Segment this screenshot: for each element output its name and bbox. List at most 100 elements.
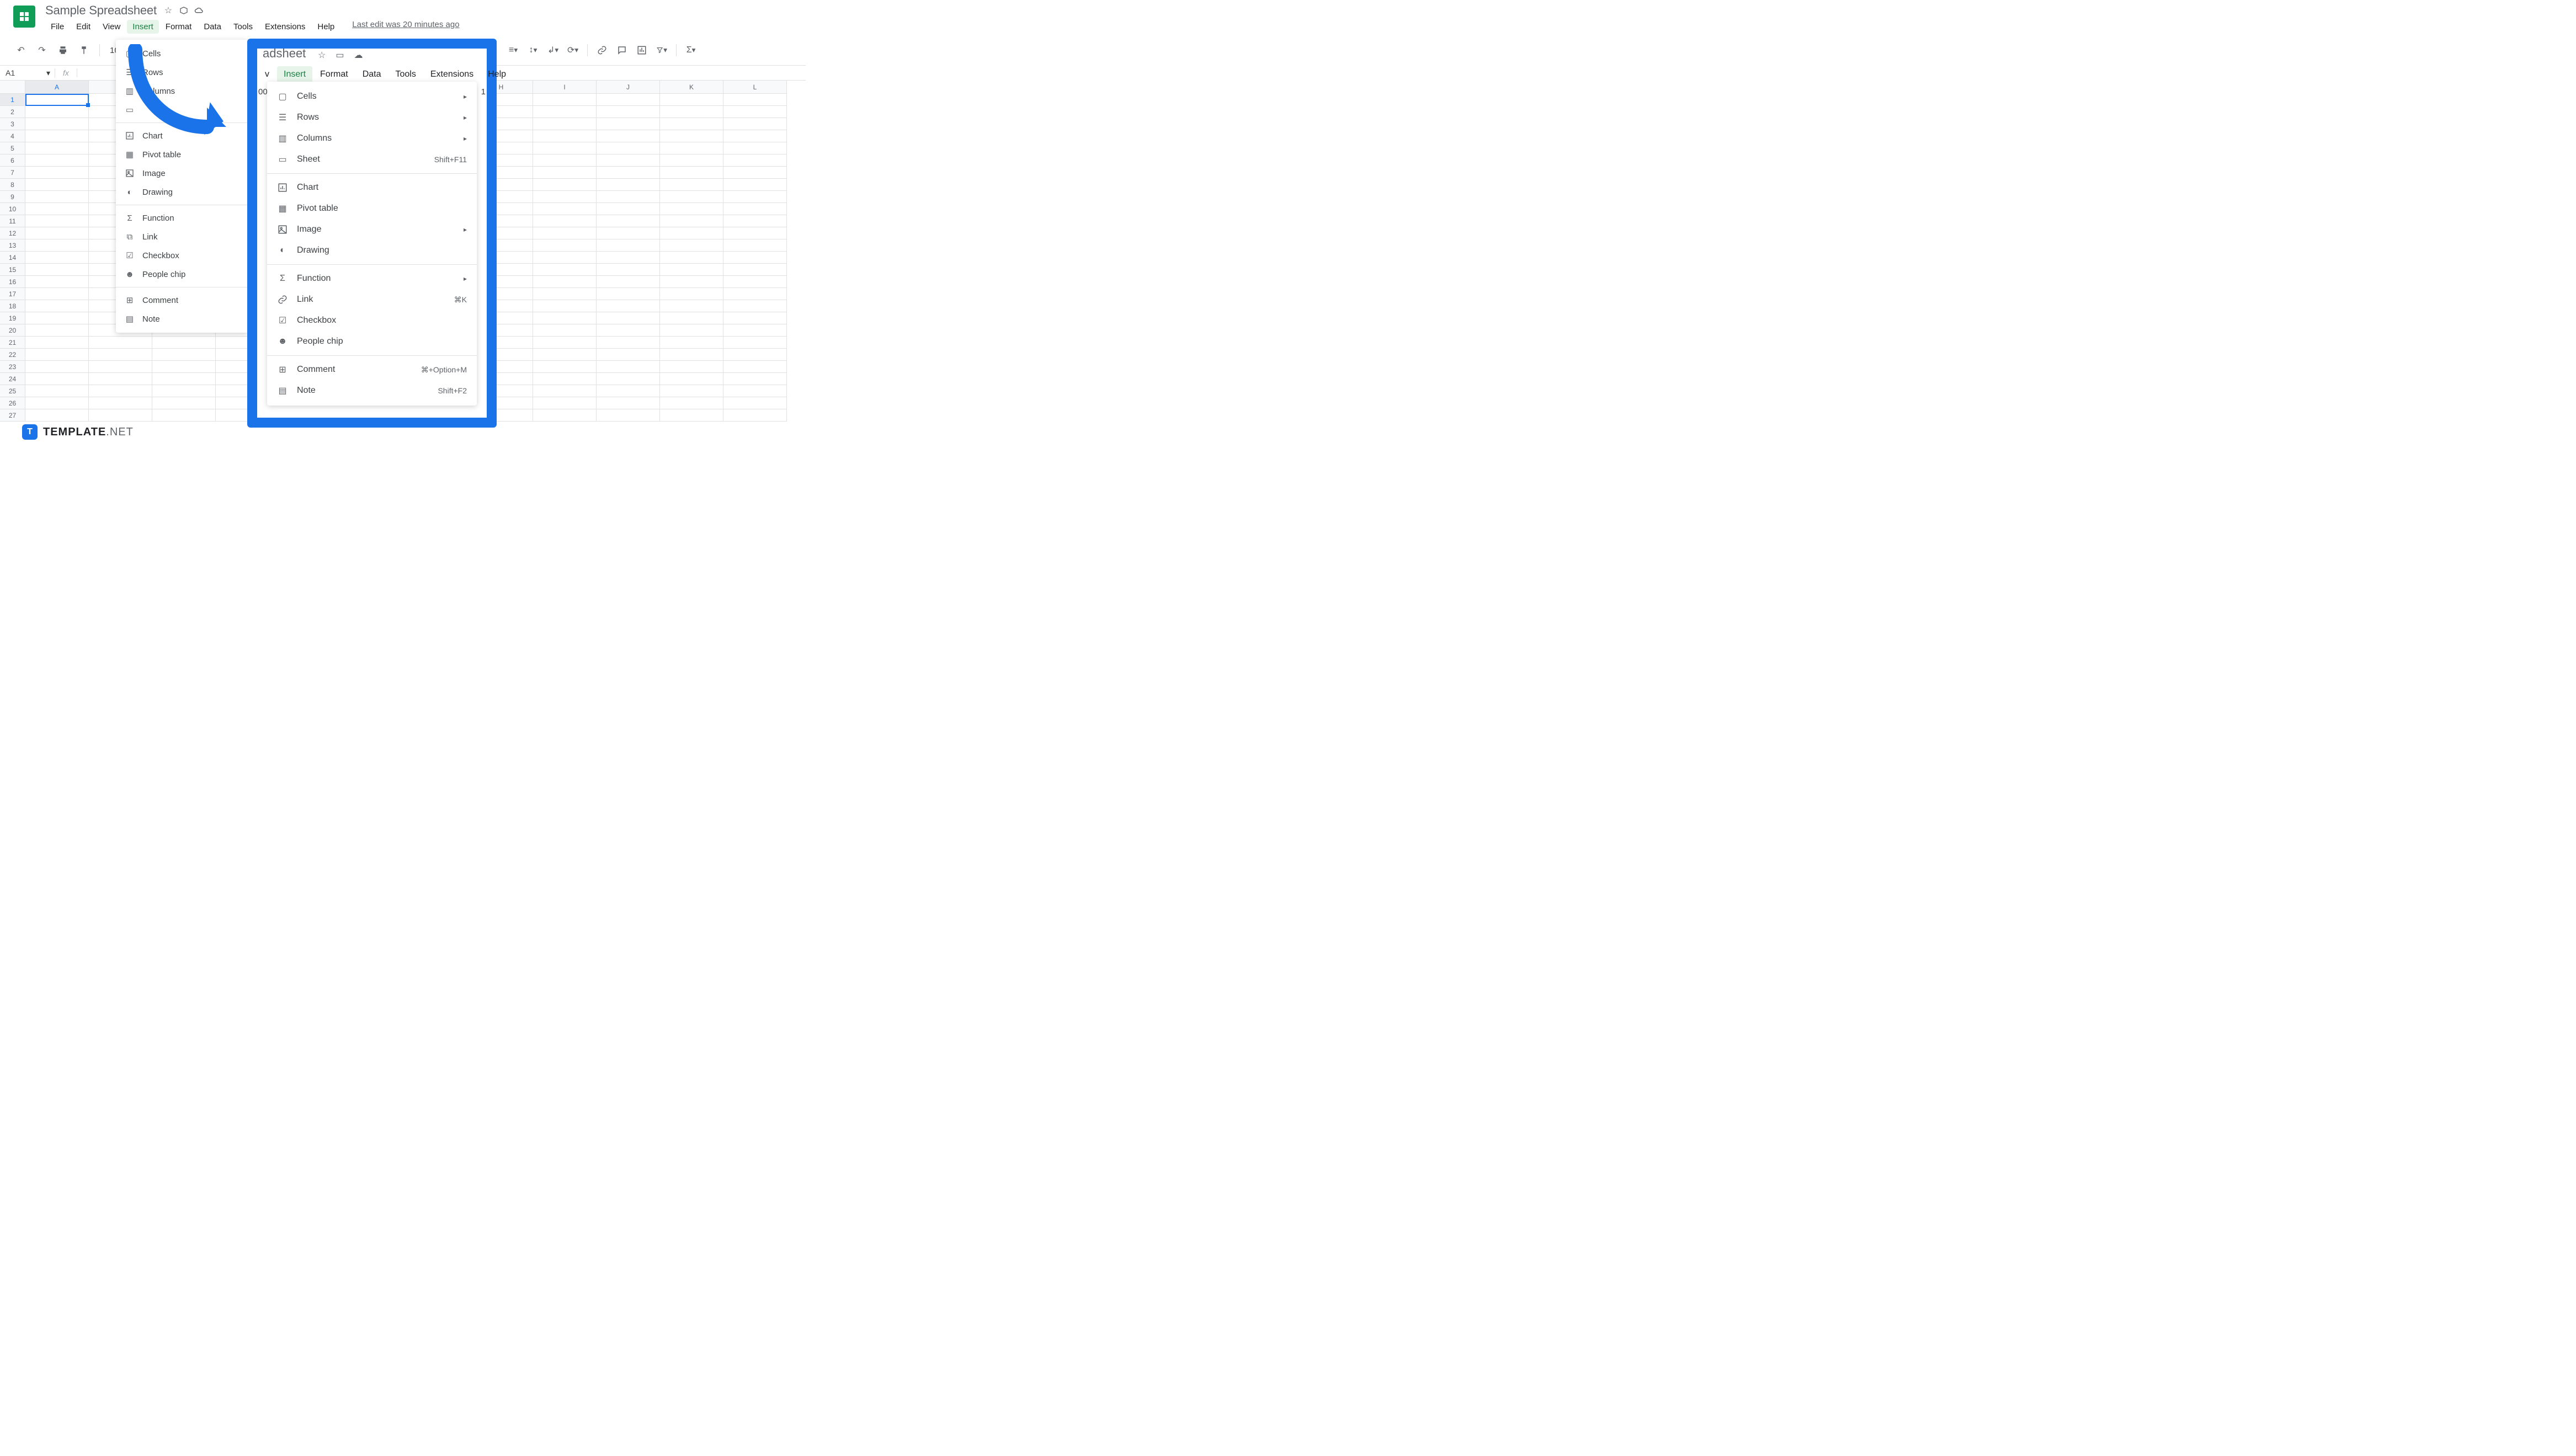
callout-menu-data[interactable]: Data: [356, 66, 388, 83]
cell[interactable]: [660, 215, 723, 227]
cell[interactable]: [533, 239, 597, 252]
cell[interactable]: [723, 264, 787, 276]
cell[interactable]: [723, 203, 787, 215]
cell[interactable]: [25, 337, 89, 349]
functions-icon[interactable]: Σ▾: [685, 45, 696, 56]
wrap-icon[interactable]: ↲▾: [547, 45, 558, 56]
cell[interactable]: [533, 264, 597, 276]
print-icon[interactable]: [57, 45, 68, 56]
cell[interactable]: [25, 179, 89, 191]
cell[interactable]: [89, 373, 152, 385]
callout-menu-extensions[interactable]: Extensions: [424, 66, 480, 83]
menu-format[interactable]: Format: [160, 20, 198, 34]
cell[interactable]: [89, 385, 152, 397]
cell[interactable]: [723, 312, 787, 324]
cell[interactable]: [723, 252, 787, 264]
insert-drawing[interactable]: ◐Drawing: [267, 240, 477, 261]
cell[interactable]: [25, 239, 89, 252]
row-header[interactable]: 24: [0, 373, 25, 385]
filter-icon[interactable]: ▾: [656, 45, 667, 56]
cell[interactable]: [597, 191, 660, 203]
row-header[interactable]: 17: [0, 288, 25, 300]
row-header[interactable]: 25: [0, 385, 25, 397]
cell[interactable]: [597, 154, 660, 167]
column-header[interactable]: A: [25, 81, 89, 94]
cell[interactable]: [597, 409, 660, 422]
cell[interactable]: [533, 191, 597, 203]
cell[interactable]: [597, 300, 660, 312]
cell[interactable]: [25, 324, 89, 337]
cell[interactable]: [597, 312, 660, 324]
menu-tools[interactable]: Tools: [228, 20, 258, 34]
cell[interactable]: [660, 397, 723, 409]
cell[interactable]: [533, 203, 597, 215]
row-header[interactable]: 23: [0, 361, 25, 373]
row-header[interactable]: 3: [0, 118, 25, 130]
cell[interactable]: [660, 118, 723, 130]
insert-comment[interactable]: ⊞Comment⌘+Option+M: [267, 359, 477, 380]
cell[interactable]: [533, 397, 597, 409]
cell[interactable]: [533, 142, 597, 154]
cell[interactable]: [660, 203, 723, 215]
row-header[interactable]: 16: [0, 276, 25, 288]
cell[interactable]: [533, 94, 597, 106]
cell[interactable]: [533, 227, 597, 239]
insert-cells[interactable]: ▢Cells: [116, 44, 248, 63]
cell[interactable]: [723, 215, 787, 227]
cell[interactable]: [597, 288, 660, 300]
cell[interactable]: [533, 118, 597, 130]
cell[interactable]: [597, 324, 660, 337]
cell[interactable]: [533, 154, 597, 167]
cell[interactable]: [660, 288, 723, 300]
cell[interactable]: [723, 106, 787, 118]
cell[interactable]: [723, 239, 787, 252]
insert-chart[interactable]: Chart: [267, 177, 477, 198]
insert-drawing[interactable]: ◐Drawing: [116, 183, 248, 201]
menu-file[interactable]: File: [45, 20, 70, 34]
link-icon[interactable]: [597, 45, 608, 56]
cell[interactable]: [533, 385, 597, 397]
cell[interactable]: [25, 373, 89, 385]
cell[interactable]: [25, 312, 89, 324]
cell[interactable]: [723, 300, 787, 312]
move-icon[interactable]: [179, 6, 189, 15]
insert-rows[interactable]: ☰Rows▸: [267, 107, 477, 128]
cell[interactable]: [89, 349, 152, 361]
cell[interactable]: [660, 385, 723, 397]
cell[interactable]: [597, 118, 660, 130]
cell[interactable]: [25, 397, 89, 409]
cell[interactable]: [597, 276, 660, 288]
insert-link[interactable]: Link⌘K: [267, 289, 477, 310]
cell[interactable]: [723, 397, 787, 409]
insert-sheet[interactable]: ▭SheetShift+F11: [267, 149, 477, 170]
cell[interactable]: [25, 264, 89, 276]
cell[interactable]: [25, 118, 89, 130]
cell[interactable]: [25, 300, 89, 312]
cell[interactable]: [597, 252, 660, 264]
cell[interactable]: [152, 385, 216, 397]
select-all-corner[interactable]: [0, 81, 25, 94]
cell[interactable]: [25, 288, 89, 300]
cell[interactable]: [533, 337, 597, 349]
menu-insert[interactable]: Insert: [127, 20, 159, 34]
last-edit-link[interactable]: Last edit was 20 minutes ago: [352, 20, 459, 34]
cell[interactable]: [723, 324, 787, 337]
row-header[interactable]: 18: [0, 300, 25, 312]
cell[interactable]: [25, 154, 89, 167]
insert-note[interactable]: ▤Note: [116, 310, 248, 328]
cell[interactable]: [723, 337, 787, 349]
cell[interactable]: [660, 130, 723, 142]
chart-icon[interactable]: [636, 45, 647, 56]
cell[interactable]: [152, 361, 216, 373]
rotate-icon[interactable]: ⟳▾: [567, 45, 578, 56]
cell[interactable]: [152, 409, 216, 422]
star-icon[interactable]: ☆: [163, 6, 173, 15]
cell[interactable]: [723, 154, 787, 167]
insert-cells[interactable]: ▢Cells▸: [267, 86, 477, 107]
cell[interactable]: [660, 276, 723, 288]
cell[interactable]: [723, 373, 787, 385]
insert-pivot[interactable]: ▦Pivot table: [116, 145, 248, 164]
align-icon[interactable]: ≡▾: [508, 45, 519, 56]
cell[interactable]: [25, 361, 89, 373]
cell[interactable]: [25, 227, 89, 239]
